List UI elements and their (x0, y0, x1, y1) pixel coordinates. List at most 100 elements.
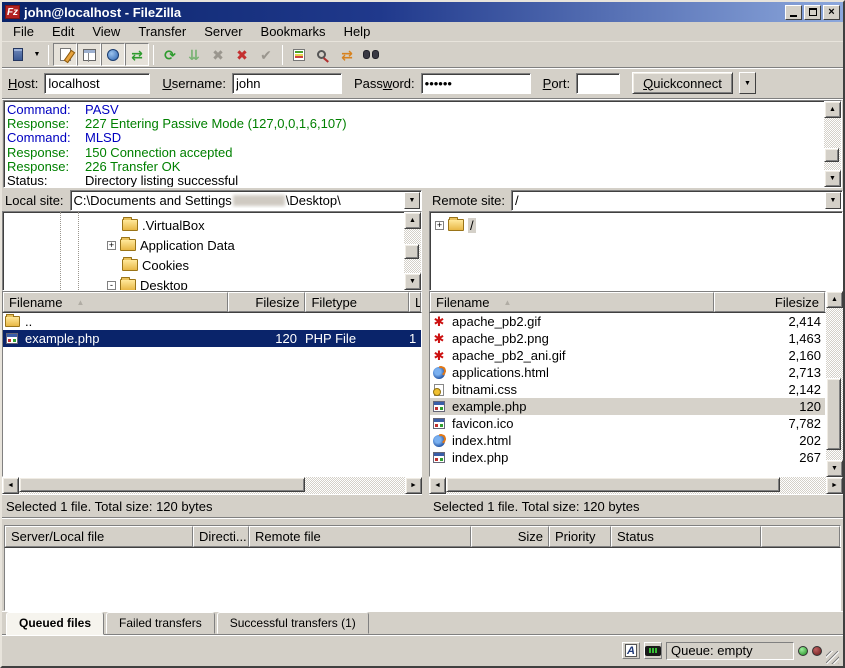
quickconnect-button[interactable]: Quickconnect (632, 72, 733, 94)
queue-list[interactable] (4, 547, 841, 611)
file-row[interactable]: ✱apache_pb2.gif2,414 (430, 313, 825, 330)
compare-directories-button[interactable] (311, 43, 335, 66)
disconnect-button[interactable]: ✖ (230, 43, 254, 66)
refresh-button[interactable]: ⟳ (158, 43, 182, 66)
queue-column-priority[interactable]: Priority (549, 526, 611, 547)
scroll-thumb[interactable] (826, 378, 841, 450)
tab-failed-transfers[interactable]: Failed transfers (106, 612, 215, 634)
scroll-thumb[interactable] (824, 148, 839, 162)
port-input[interactable] (576, 73, 620, 94)
queue-column-status[interactable]: Status (611, 526, 761, 547)
scroll-left-button[interactable]: ◄ (429, 477, 446, 494)
cancel-operation-button[interactable]: ✖ (206, 43, 230, 66)
toggle-queue-button[interactable]: ⇄ (125, 43, 149, 66)
combo-dropdown-button[interactable]: ▼ (404, 192, 420, 209)
scroll-up-button[interactable]: ▲ (404, 212, 421, 229)
process-queue-button[interactable]: ⇊ (182, 43, 206, 66)
queue-splitter[interactable] (2, 517, 843, 525)
scroll-right-button[interactable]: ► (826, 477, 843, 494)
scroll-thumb[interactable] (446, 477, 780, 492)
menu-transfer[interactable]: Transfer (129, 22, 195, 41)
toggle-message-log-button[interactable] (53, 43, 77, 66)
expand-plus-icon[interactable]: + (107, 241, 116, 250)
site-manager-button[interactable] (6, 43, 30, 66)
maximize-button[interactable] (804, 5, 821, 20)
scroll-right-button[interactable]: ► (405, 477, 422, 494)
local-site-combo[interactable]: C:\Documents and Settings\Desktop\ ▼ (70, 190, 422, 211)
column-header-filename[interactable]: Filename▲ (430, 292, 714, 312)
column-header-last-modified[interactable]: L (409, 292, 421, 312)
filter-button[interactable] (287, 43, 311, 66)
host-input[interactable] (44, 73, 150, 94)
tree-item-root[interactable]: +/ (430, 215, 842, 235)
log-scrollbar[interactable]: ▲ ▼ (824, 101, 841, 187)
file-row[interactable]: applications.html2,713 (430, 364, 825, 381)
scroll-down-button[interactable]: ▼ (404, 273, 421, 290)
menu-file[interactable]: File (4, 22, 43, 41)
tab-queued-files[interactable]: Queued files (6, 612, 104, 635)
file-row[interactable]: index.html202 (430, 432, 825, 449)
scroll-track[interactable] (404, 229, 421, 273)
file-row-selected[interactable]: example.php120 (430, 398, 825, 415)
clear-queue-button[interactable]: ✔ (254, 43, 278, 66)
local-file-list[interactable]: .. example.php 120 PHP File 1 (2, 312, 422, 477)
collapse-minus-icon[interactable]: - (107, 281, 116, 290)
scroll-down-button[interactable]: ▼ (826, 460, 843, 477)
column-header-filetype[interactable]: Filetype (305, 292, 409, 312)
quickconnect-dropdown[interactable]: ▼ (739, 72, 756, 94)
remote-tree[interactable]: +/ (429, 211, 843, 291)
file-row[interactable]: bitnami.css2,142 (430, 381, 825, 398)
local-tree[interactable]: .VirtualBox +Application Data Cookies -D… (2, 211, 422, 291)
file-row[interactable]: favicon.ico7,782 (430, 415, 825, 432)
tree-item-virtualbox[interactable]: .VirtualBox (3, 215, 404, 235)
remote-list-scrollbar[interactable]: ▲ ▼ (826, 291, 843, 477)
data-type-indicator[interactable]: A (622, 642, 640, 659)
queue-column-direction[interactable]: Directi... (193, 526, 249, 547)
username-input[interactable] (232, 73, 342, 94)
menu-view[interactable]: View (83, 22, 129, 41)
menu-bookmarks[interactable]: Bookmarks (252, 22, 335, 41)
panel-splitter[interactable] (422, 189, 429, 211)
remote-file-list[interactable]: ✱apache_pb2.gif2,414 ✱apache_pb2.png1,46… (429, 312, 826, 477)
scroll-up-button[interactable]: ▲ (826, 291, 843, 308)
local-tree-scrollbar[interactable]: ▲ ▼ (404, 212, 421, 290)
scroll-thumb[interactable] (404, 244, 419, 259)
queue-column-remote-file[interactable]: Remote file (249, 526, 471, 547)
tree-item-cookies[interactable]: Cookies (3, 255, 404, 275)
scroll-track[interactable] (446, 477, 826, 494)
column-header-filesize[interactable]: Filesize (714, 292, 825, 312)
tree-item-application-data[interactable]: +Application Data (3, 235, 404, 255)
scroll-track[interactable] (19, 477, 405, 494)
panel-splitter[interactable] (422, 211, 429, 291)
scroll-track[interactable] (824, 118, 841, 170)
scroll-left-button[interactable]: ◄ (2, 477, 19, 494)
find-files-button[interactable] (359, 43, 383, 66)
expand-plus-icon[interactable]: + (435, 221, 444, 230)
queue-column-size[interactable]: Size (471, 526, 549, 547)
file-row-example-php[interactable]: example.php 120 PHP File 1 (3, 330, 421, 347)
password-input[interactable] (421, 73, 531, 94)
panel-splitter[interactable] (422, 291, 429, 517)
close-button[interactable]: × (823, 5, 840, 20)
queue-column-server-local-file[interactable]: Server/Local file (5, 526, 193, 547)
combo-dropdown-button[interactable]: ▼ (825, 192, 841, 209)
scroll-track[interactable] (826, 308, 843, 460)
scroll-down-button[interactable]: ▼ (824, 170, 841, 187)
file-row[interactable]: ✱apache_pb2.png1,463 (430, 330, 825, 347)
file-row-parent-dir[interactable]: .. (3, 313, 421, 330)
tab-successful-transfers[interactable]: Successful transfers (1) (217, 612, 369, 634)
toggle-local-tree-button[interactable] (77, 43, 101, 66)
file-row[interactable]: ✱apache_pb2_ani.gif2,160 (430, 347, 825, 364)
tree-item-desktop[interactable]: -Desktop (3, 275, 404, 290)
scroll-up-button[interactable]: ▲ (824, 101, 841, 118)
resize-grip[interactable] (826, 651, 839, 664)
speed-limit-indicator[interactable] (644, 642, 662, 659)
file-row[interactable]: index.php267 (430, 449, 825, 466)
menu-server[interactable]: Server (195, 22, 251, 41)
local-hscrollbar[interactable]: ◄ ► (2, 477, 422, 494)
scroll-thumb[interactable] (19, 477, 305, 492)
menu-help[interactable]: Help (335, 22, 380, 41)
message-log[interactable]: Command:PASV Response:227 Entering Passi… (4, 101, 824, 187)
site-manager-dropdown[interactable]: ▼ (30, 43, 44, 66)
column-header-filename[interactable]: Filename▲ (3, 292, 228, 312)
